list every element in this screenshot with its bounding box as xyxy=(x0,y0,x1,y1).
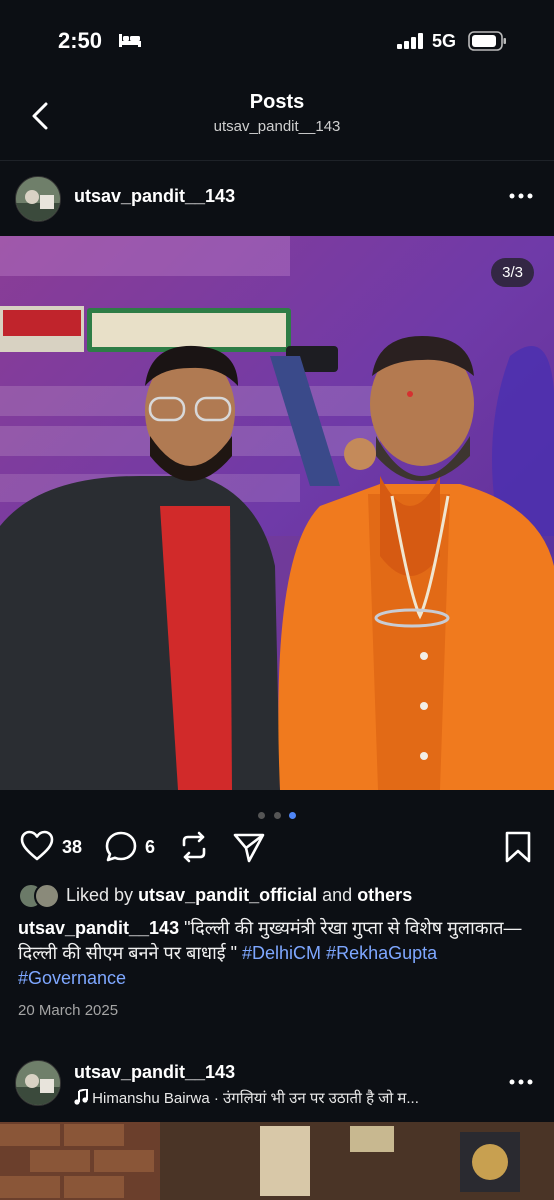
liked-by-prefix: Liked by xyxy=(66,885,134,905)
post-image[interactable]: 3/3 xyxy=(0,236,554,790)
signal-icon xyxy=(397,33,423,49)
battery-icon xyxy=(468,31,506,51)
nav-header: Posts utsav_pandit__143 xyxy=(0,80,554,161)
avatar[interactable] xyxy=(15,1060,61,1106)
avatar[interactable] xyxy=(15,176,61,222)
post-actions: 38 6 xyxy=(0,830,554,870)
carousel-dot xyxy=(258,812,266,819)
comments-count[interactable]: 6 xyxy=(145,837,155,858)
post-date: 20 March 2025 xyxy=(18,1002,119,1019)
status-bar: 2:50 5G xyxy=(0,0,554,80)
media-counter-badge: 3/3 xyxy=(491,258,534,287)
photo-illustration xyxy=(0,236,554,790)
post-username[interactable]: utsav_pandit__143 xyxy=(74,186,235,207)
carousel-dot xyxy=(273,812,281,819)
more-icon[interactable] xyxy=(508,1072,534,1092)
photo-illustration xyxy=(0,1122,554,1200)
next-post-header: utsav_pandit__143 Himanshu Bairwa · उंगल… xyxy=(0,1058,554,1118)
music-note-icon xyxy=(74,1087,88,1105)
caption-username[interactable]: utsav_pandit__143 xyxy=(18,918,179,938)
comment-icon[interactable] xyxy=(104,830,138,864)
bookmark-icon[interactable] xyxy=(504,830,532,864)
liked-by-text: Liked by utsav_pandit_official and other… xyxy=(66,885,412,906)
network-label: 5G xyxy=(432,31,457,51)
next-post-username[interactable]: utsav_pandit__143 xyxy=(74,1062,235,1083)
hashtag[interactable]: #DelhiCM xyxy=(242,943,321,963)
status-time: 2:50 xyxy=(58,28,103,53)
page-title: Posts xyxy=(249,91,305,113)
avatar xyxy=(34,883,60,909)
page-subtitle: utsav_pandit__143 xyxy=(213,118,341,135)
hashtag[interactable]: #Governance xyxy=(18,968,126,988)
likes-count[interactable]: 38 xyxy=(62,837,82,858)
carousel-dot-active xyxy=(288,812,296,819)
liked-by-others[interactable]: others xyxy=(357,885,412,905)
next-post-image[interactable] xyxy=(0,1122,554,1200)
repost-icon[interactable] xyxy=(178,830,210,864)
share-icon[interactable] xyxy=(232,830,266,864)
carousel-dots xyxy=(0,806,554,819)
music-attribution[interactable]: Himanshu Bairwa · उंगलियां भी उन पर उठात… xyxy=(74,1087,419,1108)
liked-by-avatars xyxy=(18,883,62,909)
post-caption: utsav_pandit__143 "दिल्ली की मुख्यमंत्री… xyxy=(18,916,538,991)
liked-by-user[interactable]: utsav_pandit_official xyxy=(138,885,317,905)
post-header: utsav_pandit__143 xyxy=(0,172,554,227)
heart-icon[interactable] xyxy=(20,830,54,862)
more-icon[interactable] xyxy=(508,186,534,206)
bed-icon xyxy=(119,34,141,47)
liked-by-row[interactable]: Liked by utsav_pandit_official and other… xyxy=(18,883,538,909)
music-text: Himanshu Bairwa · उंगलियां भी उन पर उठात… xyxy=(92,1090,419,1107)
hashtag[interactable]: #RekhaGupta xyxy=(326,943,437,963)
liked-by-and: and xyxy=(322,885,353,905)
